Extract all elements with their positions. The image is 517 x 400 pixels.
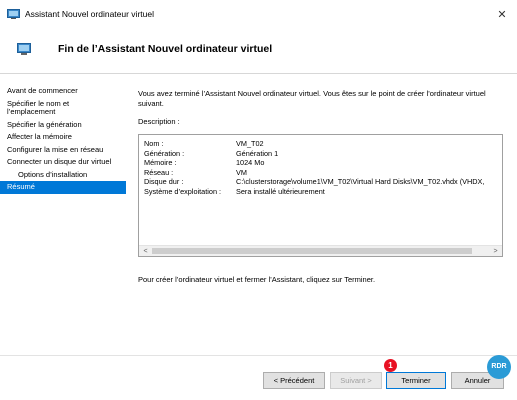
summary-panel: Vous avez terminé l’Assistant Nouvel ord… xyxy=(138,89,508,284)
wizard-title: Fin de l’Assistant Nouvel ordinateur vir… xyxy=(58,43,273,55)
next-button[interactable]: Suivant > xyxy=(330,372,382,389)
wizard-steps: Avant de commencer Spécifier le nom et l… xyxy=(0,85,126,194)
summary-value: VM_T02 xyxy=(236,139,264,148)
description-label: Description : xyxy=(138,117,180,126)
summary-value: Sera installé ultérieurement xyxy=(236,186,325,196)
step-install-options[interactable]: Options d’installation xyxy=(0,169,126,182)
summary-value: C:\clusterstorage\volume1\VM_T02\Virtual… xyxy=(236,177,485,186)
scroll-left-icon[interactable]: < xyxy=(140,246,151,256)
footer-divider xyxy=(0,355,517,356)
summary-row: Système d’exploitation : Sera installé u… xyxy=(144,187,499,197)
window-title: Assistant Nouvel ordinateur virtuel xyxy=(25,9,154,19)
description-listbox[interactable]: Nom : VM_T02 Génération : Génération 1 M… xyxy=(138,134,503,257)
scroll-right-icon[interactable]: > xyxy=(490,246,501,256)
summary-key: Système d’exploitation : xyxy=(144,186,222,196)
scroll-thumb[interactable] xyxy=(152,248,472,254)
finish-button[interactable]: Terminer xyxy=(386,372,446,389)
summary-row: Génération : Génération 1 xyxy=(144,149,499,159)
step-memory[interactable]: Affecter la mémoire xyxy=(0,131,126,144)
summary-row: Disque dur : C:\clusterstorage\volume1\V… xyxy=(144,177,499,187)
title-bar: Assistant Nouvel ordinateur virtuel ✕ xyxy=(0,0,517,30)
step-generation[interactable]: Spécifier la génération xyxy=(0,119,126,132)
summary-row: Mémoire : 1024 Mo xyxy=(144,158,499,168)
summary-key: Mémoire : xyxy=(144,158,177,167)
summary-key: Disque dur : xyxy=(144,177,184,186)
new-vm-icon xyxy=(17,43,31,55)
hyperv-window-icon xyxy=(7,9,20,19)
step-name-location[interactable]: Spécifier le nom et l’emplacement xyxy=(0,98,126,119)
summary-value: Génération 1 xyxy=(236,148,279,158)
step-marker-badge: 1 xyxy=(384,359,397,372)
finish-instruction: Pour créer l’ordinateur virtuel et ferme… xyxy=(138,275,376,284)
watermark-logo: RDR xyxy=(487,355,511,379)
horizontal-scrollbar[interactable]: < > xyxy=(139,245,502,256)
intro-text: Vous avez terminé l’Assistant Nouvel ord… xyxy=(138,89,486,108)
previous-button[interactable]: < Précédent xyxy=(263,372,325,389)
summary-row: Nom : VM_T02 xyxy=(144,139,499,149)
close-icon[interactable]: ✕ xyxy=(487,0,517,28)
summary-value: VM xyxy=(236,167,247,177)
step-summary[interactable]: Résumé xyxy=(0,181,126,194)
step-networking[interactable]: Configurer la mise en réseau xyxy=(0,144,126,157)
wizard-header: Fin de l’Assistant Nouvel ordinateur vir… xyxy=(0,30,517,74)
summary-value: 1024 Mo xyxy=(236,158,265,167)
step-before-you-begin[interactable]: Avant de commencer xyxy=(0,85,126,98)
summary-key: Réseau : xyxy=(144,167,174,177)
summary-row: Réseau : VM xyxy=(144,168,499,178)
summary-key: Nom : xyxy=(144,139,164,148)
summary-key: Génération : xyxy=(144,148,185,158)
step-virtual-disk[interactable]: Connecter un disque dur virtuel xyxy=(0,156,126,169)
